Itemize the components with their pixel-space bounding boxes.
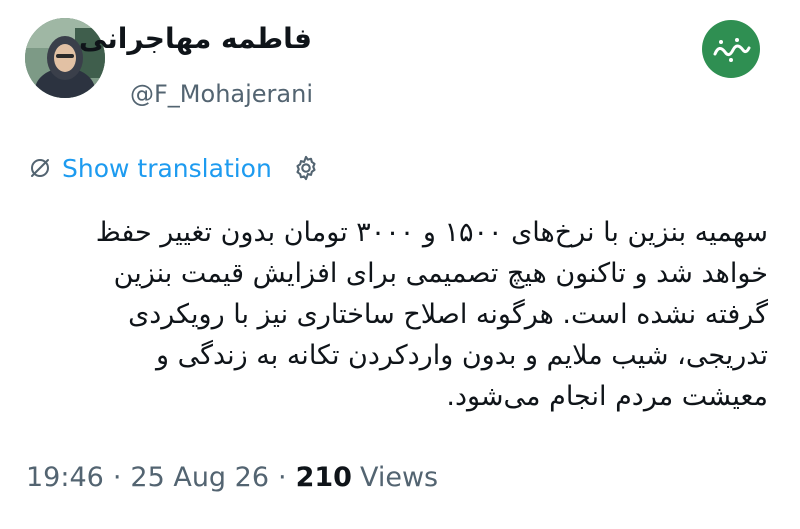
tweet-line: گرفته نشده است. هرگونه اصلاح ساختاری نیز… — [128, 299, 768, 330]
tweet-line: خواهد شد و تاکنون هیچ تصمیمی برای افزایش… — [113, 258, 768, 289]
tweet-line: معیشت مردم انجام می‌شود. — [446, 381, 768, 412]
show-translation-label: Show translation — [62, 153, 272, 183]
tweet-line: تدریجی، شیب ملایم و بدون واردکردن تکانه … — [155, 340, 768, 371]
tweet-meta: 19:46 · 25 Aug 26 · 210 Views — [26, 462, 438, 493]
translation-settings-button[interactable] — [292, 154, 320, 182]
tweet-date[interactable]: 25 Aug 26 — [130, 462, 269, 493]
translation-row: Show translation — [28, 148, 320, 188]
tweet-line: سهمیه بنزین با نرخ‌های ۱۵۰۰ و ۳۰۰۰ تومان… — [95, 217, 768, 248]
separator-dot: · — [112, 462, 122, 493]
watermark-lettering-icon — [713, 38, 751, 62]
tweet-time[interactable]: 19:46 — [26, 462, 104, 493]
show-translation-link[interactable]: Show translation — [28, 154, 272, 183]
author-name[interactable]: فاطمه مهاجرانی — [79, 22, 312, 55]
views-label: Views — [359, 462, 439, 493]
views-count[interactable]: 210 — [296, 462, 352, 493]
separator-dot: · — [278, 462, 287, 493]
watermark-logo — [702, 20, 760, 78]
gear-icon — [296, 155, 316, 181]
slashed-circle-icon — [31, 159, 49, 177]
author-handle[interactable]: @F_Mohajerani — [130, 80, 313, 108]
tweet-text: سهمیه بنزین با نرخ‌های ۱۵۰۰ و ۳۰۰۰ تومان… — [28, 212, 768, 417]
